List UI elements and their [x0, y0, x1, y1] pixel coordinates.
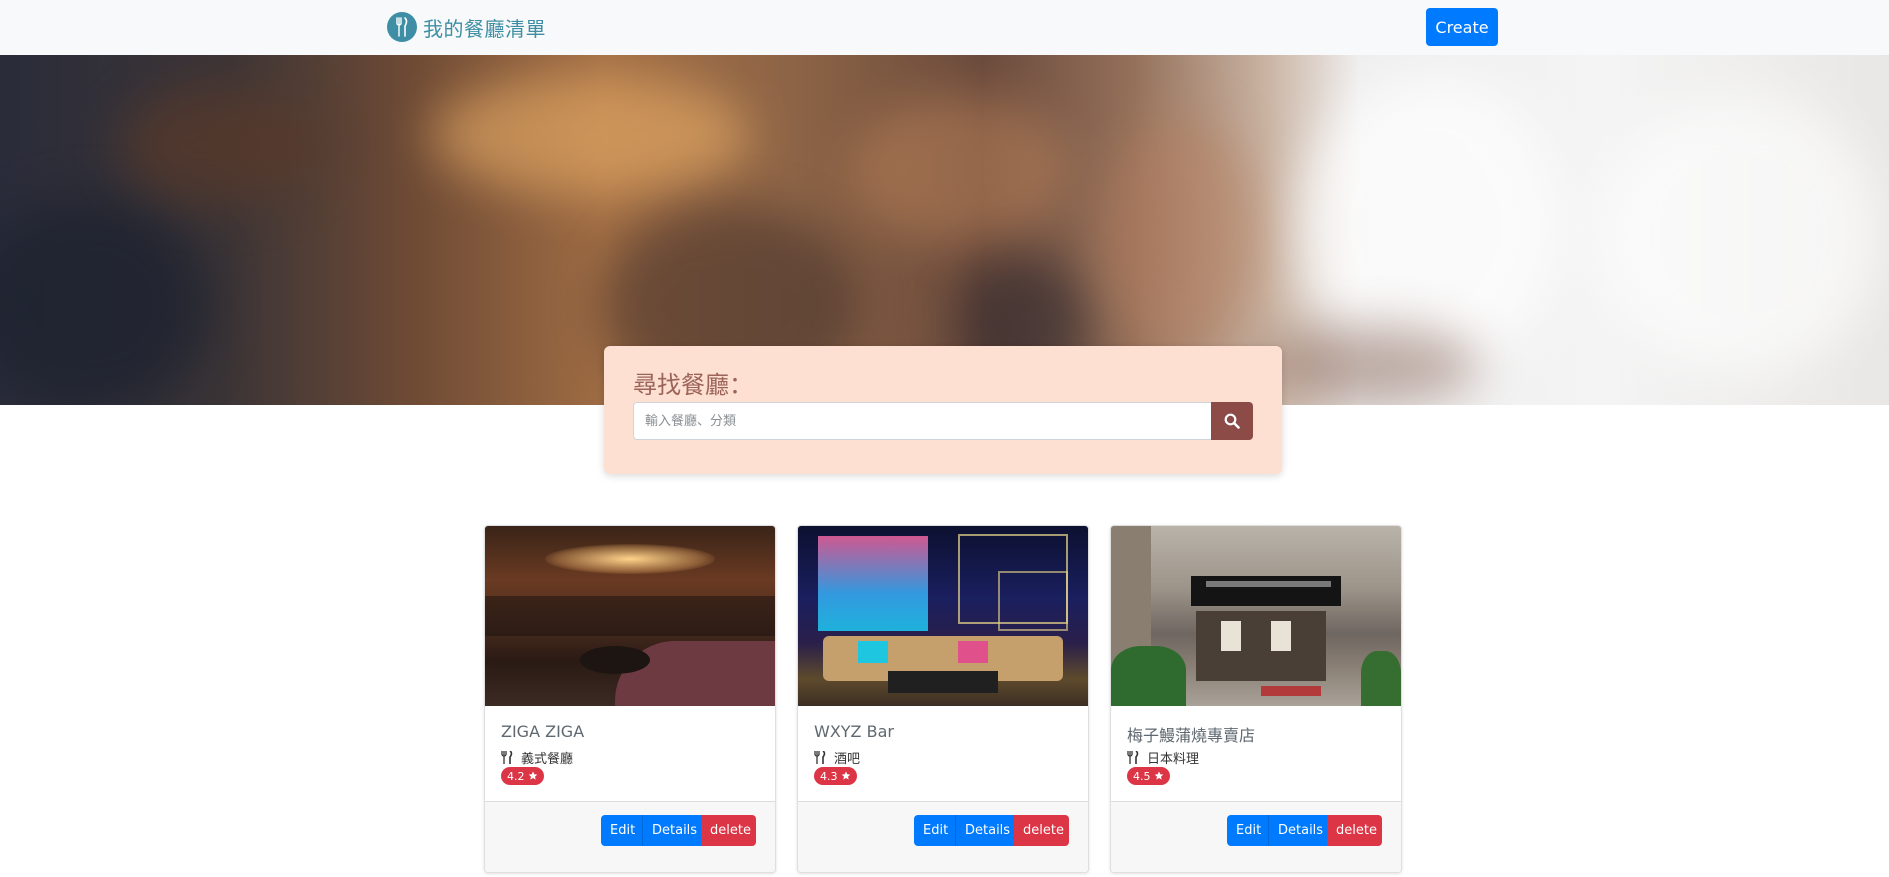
- top-navbar: 我的餐廳清單 Create: [0, 0, 1889, 55]
- edit-button[interactable]: Edit: [914, 815, 955, 846]
- search-panel: 尋找餐廳：: [604, 346, 1282, 474]
- restaurant-name[interactable]: 梅子鰻蒲燒專賣店: [1127, 722, 1255, 746]
- card-action-group: Edit Details delete: [914, 815, 1069, 846]
- star-icon: [841, 771, 850, 780]
- star-icon: [1154, 771, 1163, 780]
- rating-badge: 4.3: [814, 767, 857, 785]
- details-button[interactable]: Details: [1268, 815, 1327, 846]
- restaurant-category: 酒吧: [814, 748, 860, 767]
- utensils-icon: [501, 751, 513, 764]
- search-icon: [1224, 413, 1240, 429]
- search-button[interactable]: [1211, 402, 1253, 440]
- rating-value: 4.2: [507, 769, 525, 783]
- rating-value: 4.3: [820, 769, 838, 783]
- utensils-logo-icon: [387, 12, 417, 42]
- restaurant-card: WXYZ Bar 酒吧 4.3 Edit Details delete: [797, 525, 1089, 873]
- details-button[interactable]: Details: [642, 815, 701, 846]
- card-body: ZIGA ZIGA 義式餐廳 4.2: [485, 706, 775, 801]
- brand-link[interactable]: 我的餐廳清單: [387, 12, 546, 42]
- restaurant-image[interactable]: [1111, 526, 1401, 706]
- brand-title: 我的餐廳清單: [423, 16, 546, 41]
- restaurant-category: 義式餐廳: [501, 748, 573, 767]
- create-button[interactable]: Create: [1426, 8, 1498, 46]
- rating-badge: 4.5: [1127, 767, 1170, 785]
- utensils-icon: [814, 751, 826, 764]
- search-input[interactable]: [633, 402, 1215, 440]
- delete-button[interactable]: delete: [1327, 815, 1382, 846]
- edit-button[interactable]: Edit: [601, 815, 642, 846]
- delete-button[interactable]: delete: [701, 815, 756, 846]
- card-body: WXYZ Bar 酒吧 4.3: [798, 706, 1088, 801]
- utensils-icon: [1127, 751, 1139, 764]
- card-footer: Edit Details delete: [1111, 801, 1401, 872]
- card-footer: Edit Details delete: [798, 801, 1088, 872]
- category-label: 義式餐廳: [521, 752, 574, 767]
- card-action-group: Edit Details delete: [1227, 815, 1382, 846]
- restaurant-name[interactable]: ZIGA ZIGA: [501, 722, 584, 741]
- star-icon: [528, 771, 537, 780]
- restaurant-image[interactable]: [485, 526, 775, 706]
- restaurant-image[interactable]: [798, 526, 1088, 706]
- search-title: 尋找餐廳：: [633, 371, 753, 399]
- rating-value: 4.5: [1133, 769, 1151, 783]
- category-label: 酒吧: [834, 752, 861, 767]
- restaurant-category: 日本料理: [1127, 748, 1199, 767]
- restaurant-card: ZIGA ZIGA 義式餐廳 4.2 Edit Details delete: [484, 525, 776, 873]
- delete-button[interactable]: delete: [1014, 815, 1069, 846]
- card-footer: Edit Details delete: [485, 801, 775, 872]
- card-action-group: Edit Details delete: [601, 815, 756, 846]
- restaurant-name[interactable]: WXYZ Bar: [814, 722, 894, 741]
- rating-badge: 4.2: [501, 767, 544, 785]
- edit-button[interactable]: Edit: [1227, 815, 1268, 846]
- card-body: 梅子鰻蒲燒專賣店 日本料理 4.5: [1111, 706, 1401, 801]
- category-label: 日本料理: [1147, 752, 1200, 767]
- details-button[interactable]: Details: [955, 815, 1014, 846]
- restaurant-card: 梅子鰻蒲燒專賣店 日本料理 4.5 Edit Details delete: [1110, 525, 1402, 873]
